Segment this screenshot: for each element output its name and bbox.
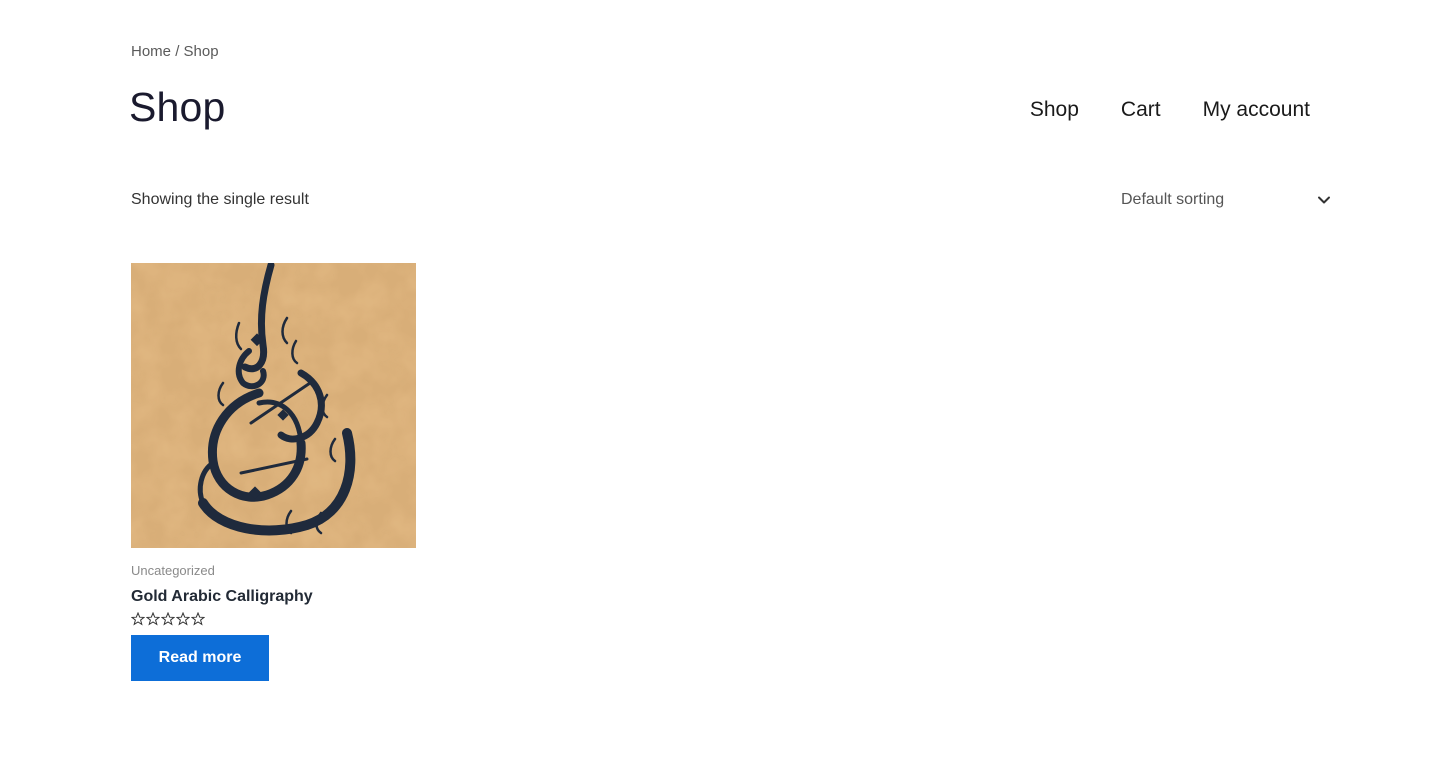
star-rating: [131, 612, 416, 626]
read-more-button[interactable]: Read more: [131, 635, 269, 681]
nav-item-cart[interactable]: Cart: [1121, 98, 1161, 122]
star-outline-icon: [146, 612, 160, 626]
result-count: Showing the single result: [131, 191, 309, 208]
breadcrumb: Home / Shop: [131, 43, 219, 60]
star-outline-icon: [191, 612, 205, 626]
product-category[interactable]: Uncategorized: [131, 563, 416, 578]
chevron-down-icon: [1318, 196, 1330, 204]
star-outline-icon: [131, 612, 145, 626]
star-outline-icon: [161, 612, 175, 626]
main-navigation: Shop Cart My account: [1030, 98, 1310, 122]
product-card: Uncategorized Gold Arabic Calligraphy Re…: [131, 263, 416, 681]
product-image[interactable]: [131, 263, 416, 548]
breadcrumb-home-link[interactable]: Home: [131, 43, 171, 60]
ordering-select[interactable]: Default sorting: [1121, 186, 1331, 214]
breadcrumb-separator: /: [175, 43, 180, 60]
nav-item-my-account[interactable]: My account: [1203, 98, 1310, 122]
star-outline-icon: [176, 612, 190, 626]
nav-item-shop[interactable]: Shop: [1030, 98, 1079, 122]
breadcrumb-current: Shop: [183, 43, 219, 60]
shop-page: Home / Shop Shop Shop Cart My account Sh…: [0, 0, 1436, 781]
page-title: Shop: [129, 84, 226, 130]
ordering-selected-label: Default sorting: [1121, 191, 1225, 208]
product-title[interactable]: Gold Arabic Calligraphy: [131, 588, 416, 606]
